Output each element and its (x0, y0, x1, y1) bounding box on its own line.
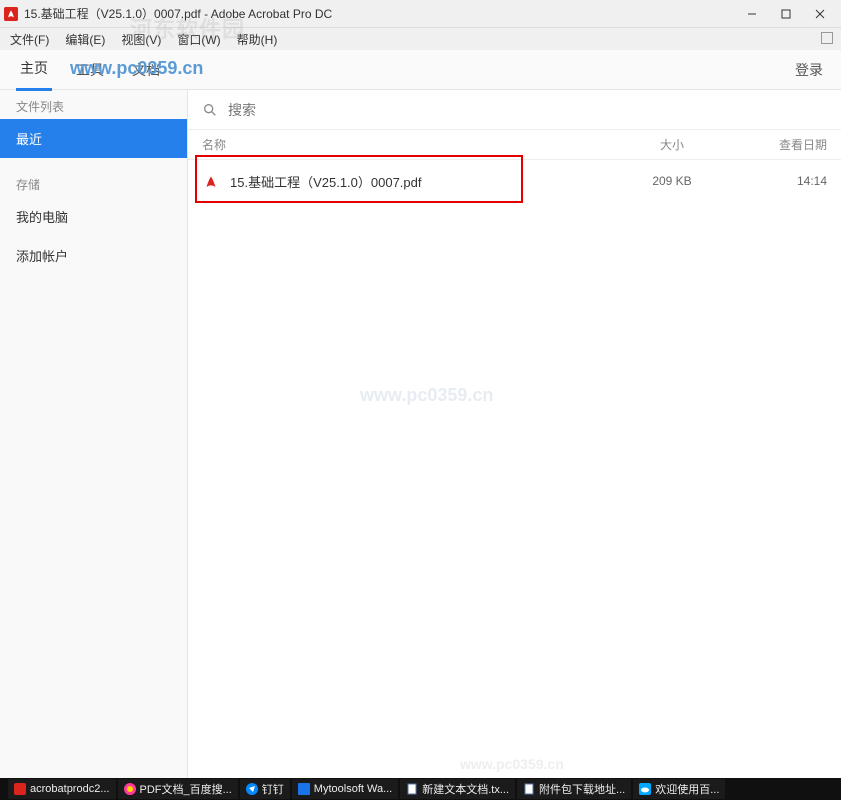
file-size: 209 KB (617, 174, 727, 188)
restore-icon[interactable] (821, 32, 833, 44)
search-icon (202, 102, 218, 118)
sidebar-group-storage: 存储 (0, 168, 187, 197)
acrobat-icon (14, 783, 26, 795)
search-row (188, 90, 841, 130)
taskbar-item[interactable]: 附件包下载地址... (517, 779, 631, 799)
taskbar-item[interactable]: 钉钉 (240, 779, 290, 799)
column-header-row: 名称 大小 查看日期 (188, 130, 841, 160)
taskbar-label: acrobatprodc2... (30, 783, 110, 795)
dingtalk-icon (246, 783, 258, 795)
login-button[interactable]: 登录 (795, 60, 823, 80)
minimize-button[interactable] (735, 2, 769, 26)
menu-window[interactable]: 窗口(W) (171, 29, 226, 50)
taskbar-item[interactable]: Mytoolsoft Wa... (292, 779, 398, 799)
pdf-icon (202, 172, 220, 190)
app-window: 15.基础工程（V25.1.0）0007.pdf - Adobe Acrobat… (0, 0, 841, 778)
tab-home[interactable]: 主页 (16, 48, 52, 91)
file-name: 15.基础工程（V25.1.0）0007.pdf (230, 172, 617, 191)
taskbar-label: PDF文档_百度搜... (140, 781, 232, 797)
acrobat-app-icon (4, 7, 18, 21)
file-row[interactable]: 15.基础工程（V25.1.0）0007.pdf 209 KB 14:14 (188, 160, 841, 202)
window-title: 15.基础工程（V25.1.0）0007.pdf - Adobe Acrobat… (24, 5, 735, 22)
taskbar-item[interactable]: PDF文档_百度搜... (118, 779, 238, 799)
sidebar: 文件列表 最近 存储 我的电脑 添加帐户 (0, 90, 188, 778)
tab-document[interactable]: 文档 (128, 50, 164, 90)
file-date: 14:14 (727, 174, 827, 188)
tab-tools[interactable]: 工具 (72, 50, 108, 90)
notepad-icon (406, 783, 418, 795)
grid-view-button[interactable] (809, 101, 827, 119)
app-icon (298, 783, 310, 795)
content-area: 文件列表 最近 存储 我的电脑 添加帐户 名称 大小 查看日期 15.基础工程（… (0, 90, 841, 778)
menu-file[interactable]: 文件(F) (4, 29, 55, 50)
titlebar: 15.基础工程（V25.1.0）0007.pdf - Adobe Acrobat… (0, 0, 841, 28)
taskbar: acrobatprodc2... PDF文档_百度搜... 钉钉 Mytools… (0, 778, 841, 800)
maximize-button[interactable] (769, 2, 803, 26)
taskbar-label: Mytoolsoft Wa... (314, 783, 392, 795)
cloud-icon (639, 783, 651, 795)
taskbar-item[interactable]: 新建文本文档.tx... (400, 779, 515, 799)
taskbar-item[interactable]: acrobatprodc2... (8, 779, 116, 799)
search-input[interactable] (228, 102, 809, 118)
toolbar: 主页 工具 文档 登录 (0, 50, 841, 90)
taskbar-label: 新建文本文档.tx... (422, 781, 509, 797)
taskbar-label: 钉钉 (262, 781, 284, 797)
main-panel: 名称 大小 查看日期 15.基础工程（V25.1.0）0007.pdf 209 … (188, 90, 841, 778)
window-controls (735, 2, 837, 26)
taskbar-label: 附件包下载地址... (539, 781, 625, 797)
menubar: 文件(F) 编辑(E) 视图(V) 窗口(W) 帮助(H) (0, 28, 841, 50)
taskbar-item[interactable]: 欢迎使用百... (633, 779, 725, 799)
menu-help[interactable]: 帮助(H) (231, 29, 284, 50)
notepad-icon (523, 783, 535, 795)
menu-edit[interactable]: 编辑(E) (59, 29, 111, 50)
close-button[interactable] (803, 2, 837, 26)
sidebar-item-my-computer[interactable]: 我的电脑 (0, 197, 187, 236)
sidebar-item-add-account[interactable]: 添加帐户 (0, 236, 187, 275)
sidebar-group-file-list: 文件列表 (0, 90, 187, 119)
menu-view[interactable]: 视图(V) (115, 29, 167, 50)
sidebar-item-recent[interactable]: 最近 (0, 119, 187, 158)
column-name[interactable]: 名称 (202, 136, 617, 153)
column-date[interactable]: 查看日期 (727, 136, 827, 153)
column-size[interactable]: 大小 (617, 136, 727, 153)
browser-icon (124, 783, 136, 795)
taskbar-label: 欢迎使用百... (655, 781, 719, 797)
